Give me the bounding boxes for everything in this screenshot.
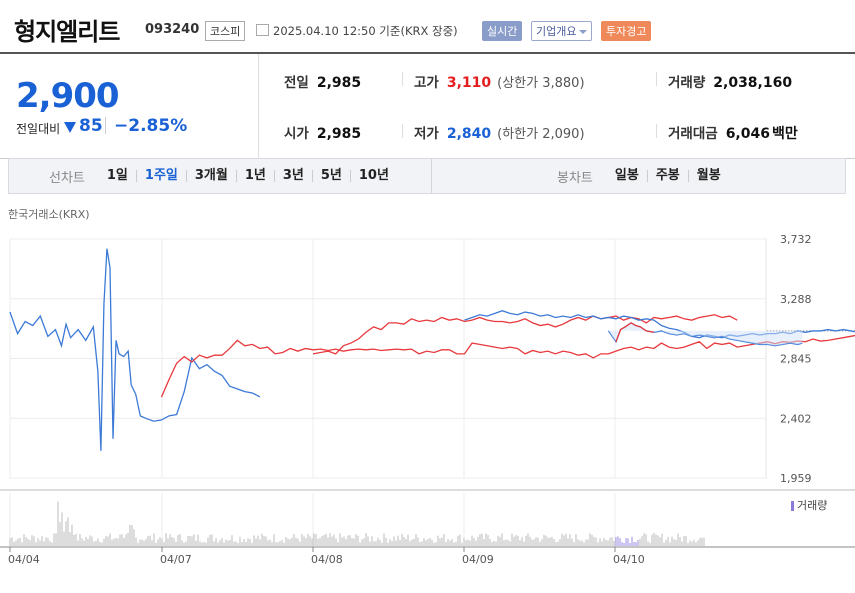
divider bbox=[656, 124, 657, 138]
down-triangle-icon bbox=[64, 122, 76, 133]
company-overview-dropdown[interactable]: 기업개요 bbox=[531, 21, 593, 41]
trade-value-amount: 6,046 bbox=[725, 126, 770, 142]
company-overview-label: 기업개요 bbox=[536, 25, 577, 38]
prev-close-label: 전일 bbox=[284, 75, 309, 91]
y-tick-label: 3,288 bbox=[780, 293, 812, 306]
lower-limit: (하한가 2,090) bbox=[497, 127, 585, 142]
volume-value: 2,038,160 bbox=[713, 75, 793, 91]
prev-close: 전일 2,985 bbox=[284, 71, 361, 91]
change-percent: −2.85% bbox=[114, 116, 188, 136]
price-box: 2,900 전일대비 85 −2.85% bbox=[0, 54, 259, 158]
open-label: 시가 bbox=[284, 126, 309, 142]
realtime-button[interactable]: 실시간 bbox=[482, 21, 523, 41]
quote-panel: 2,900 전일대비 85 −2.85% 전일 2,985 고가 3,110 (상한가… bbox=[0, 52, 855, 159]
stock-code: 093240 bbox=[145, 22, 200, 37]
exchange-label: 한국거래소(KRX) bbox=[8, 208, 90, 221]
market-badge: 코스피 bbox=[205, 21, 246, 41]
y-tick-label: 2,845 bbox=[780, 353, 812, 366]
tab-10year[interactable]: 10년 bbox=[349, 169, 397, 182]
volume: 거래량 2,038,160 bbox=[668, 71, 792, 91]
divider bbox=[105, 117, 106, 134]
calendar-icon bbox=[256, 24, 269, 36]
divider bbox=[656, 72, 657, 86]
trade-value-unit: 백만 bbox=[771, 126, 798, 142]
divider bbox=[402, 124, 403, 138]
x-tick-label: 04/08 bbox=[311, 553, 343, 566]
open-value: 2,985 bbox=[316, 126, 362, 142]
low-label: 저가 bbox=[414, 126, 439, 142]
x-tick-label: 04/04 bbox=[8, 553, 40, 566]
tab-5year[interactable]: 5년 bbox=[311, 169, 350, 182]
line-chart-label: 선차트 bbox=[49, 170, 85, 186]
stock-header: 형지엘리트 093240 코스피 2025.04.10 12:50 기준(KRX… bbox=[0, 0, 855, 52]
high-value: 3,110 bbox=[446, 75, 492, 91]
tab-monthly[interactable]: 월봉 bbox=[687, 169, 729, 182]
x-tick-label: 04/09 bbox=[462, 553, 494, 566]
investment-warning-badge[interactable]: 투자경고 bbox=[601, 21, 652, 41]
trade-value-label: 거래대금 bbox=[668, 126, 718, 142]
price-line-0404 bbox=[9, 248, 261, 451]
tab-weekly[interactable]: 주봉 bbox=[646, 169, 688, 182]
change-value: 85 bbox=[79, 116, 103, 136]
volume-legend-marker bbox=[791, 501, 794, 511]
low-value: 2,840 bbox=[446, 126, 492, 142]
volume-legend-label: 거래량 bbox=[797, 499, 828, 512]
volume-label: 거래량 bbox=[668, 75, 706, 91]
x-tick-label: 04/10 bbox=[613, 553, 645, 566]
timestamp: 2025.04.10 12:50 기준(KRX 장중) bbox=[273, 24, 458, 38]
low: 저가 2,840 (하한가 2,090) bbox=[414, 122, 585, 142]
tab-daily[interactable]: 일봉 bbox=[607, 169, 647, 182]
open: 시가 2,985 bbox=[284, 122, 361, 142]
y-tick-label: 1,959 bbox=[780, 472, 812, 485]
volume-legend: 거래량 bbox=[791, 497, 827, 513]
y-tick-label: 2,402 bbox=[780, 412, 812, 425]
prev-close-value: 2,985 bbox=[316, 75, 362, 91]
line-chart-tabs: 선차트 1일 1주일 3개월 1년 3년 5년 10년 bbox=[49, 159, 397, 193]
tab-1year[interactable]: 1년 bbox=[235, 169, 274, 182]
divider bbox=[431, 159, 432, 193]
high: 고가 3,110 (상한가 3,880) bbox=[414, 71, 585, 91]
y-tick-label: 3,732 bbox=[780, 233, 812, 246]
tab-1week[interactable]: 1주일 bbox=[135, 169, 186, 182]
change-label: 전일대비 bbox=[16, 122, 61, 136]
chevron-down-icon bbox=[579, 30, 588, 34]
upper-limit: (상한가 3,880) bbox=[497, 76, 585, 91]
tab-1day[interactable]: 1일 bbox=[99, 169, 136, 182]
divider bbox=[402, 72, 403, 86]
price-line-0410-up bbox=[615, 322, 654, 342]
x-tick-label: 04/07 bbox=[160, 553, 192, 566]
stock-name: 형지엘리트 bbox=[14, 18, 120, 46]
candle-chart-label: 봉차트 bbox=[557, 170, 593, 186]
current-price: 2,900 bbox=[16, 76, 120, 116]
high-label: 고가 bbox=[414, 75, 439, 91]
tab-3month[interactable]: 3개월 bbox=[185, 169, 236, 182]
candle-chart-tabs: 봉차트 일봉 주봉 월봉 bbox=[557, 159, 729, 193]
trade-value: 거래대금 6,046 백만 bbox=[668, 122, 798, 143]
tab-3year[interactable]: 3년 bbox=[273, 169, 312, 182]
chart-tabs: 선차트 1일 1주일 3개월 1년 3년 5년 10년 봉차트 일봉 주봉 월봉 bbox=[8, 158, 846, 194]
price-chart[interactable]: 3,732 3,288 2,845 2,402 1,959 04/04 04/07 04/08… bbox=[0, 225, 855, 593]
